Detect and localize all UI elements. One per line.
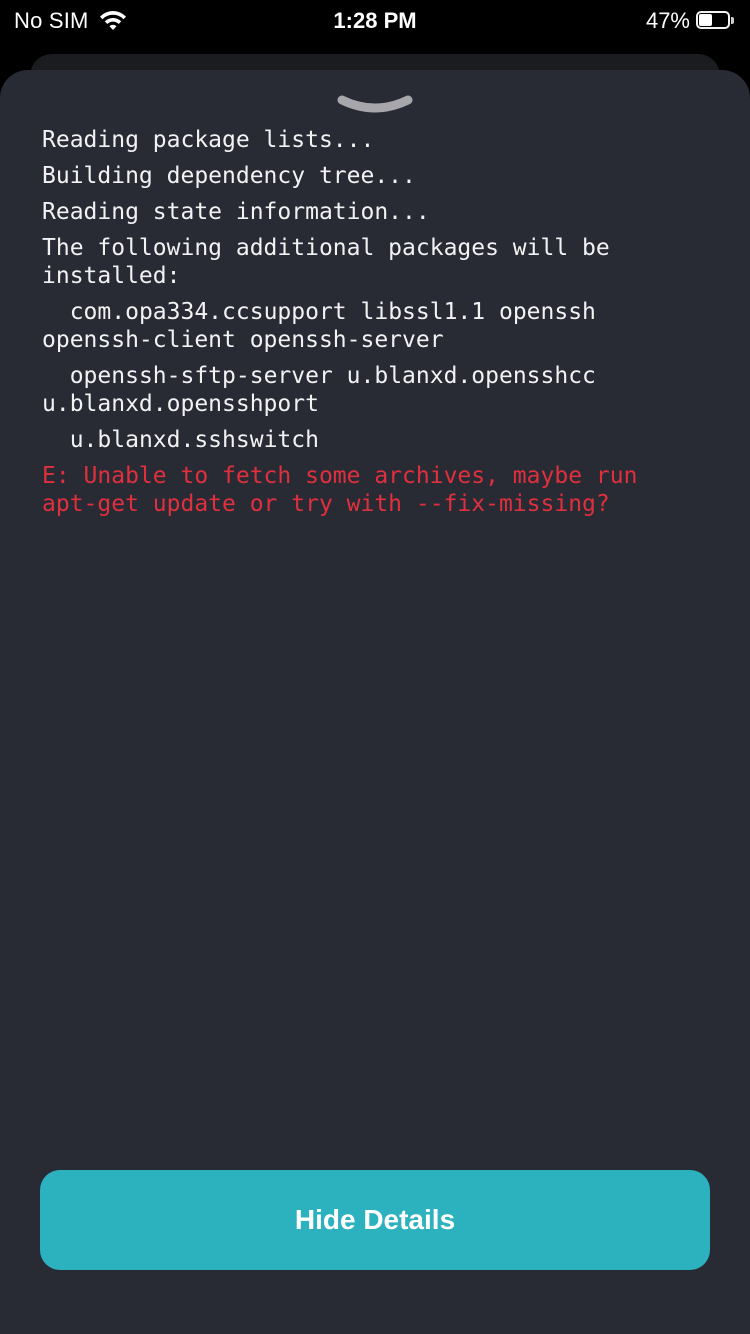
battery-cap [731,17,734,24]
chevron-down-icon[interactable] [336,94,414,118]
console-line: Reading package lists... [42,127,375,153]
battery-icon [696,11,736,31]
console-line: u.blanxd.sshswitch [42,427,319,453]
console-output: Reading package lists... Building depende… [42,126,682,526]
status-bar: No SIM 1:28 PM 47% [0,0,750,40]
status-right: 47% [646,8,736,34]
battery-fill [699,14,713,26]
battery-percent: 47% [645,8,690,33]
status-time: 1:28 PM [333,8,417,33]
console-line: openssh-sftp-server u.blanxd.opensshcc u… [42,363,610,417]
hide-details-button[interactable]: Hide Details [40,1170,710,1270]
console-line: The following additional packages will b… [42,235,624,289]
console-line: Building dependency tree... [42,163,416,189]
console-line: com.opa334.ccsupport libssl1.1 openssh o… [42,299,610,353]
details-sheet: Reading package lists... Building depende… [0,70,750,1334]
console-line: Reading state information... [42,199,430,225]
console-error-line: E: Unable to fetch some archives, maybe … [42,463,652,517]
